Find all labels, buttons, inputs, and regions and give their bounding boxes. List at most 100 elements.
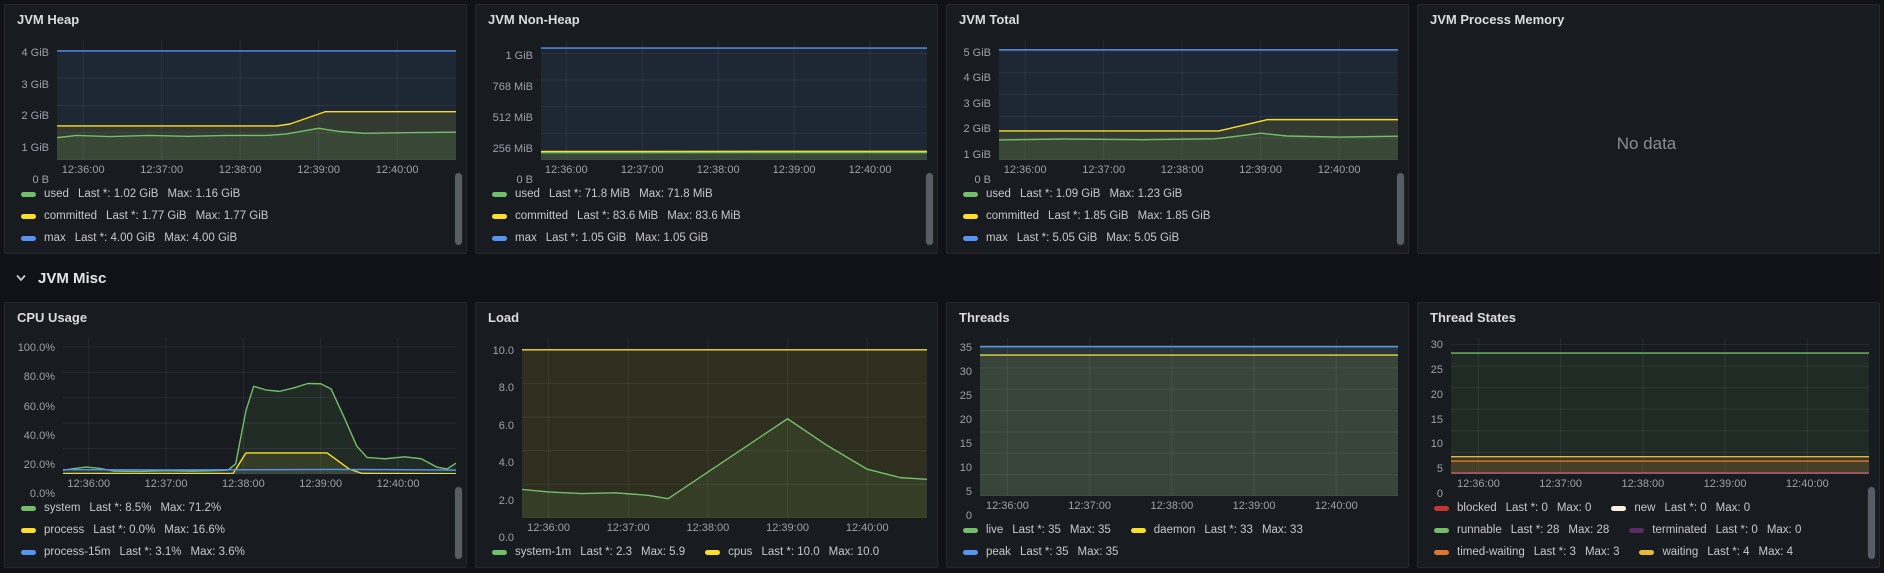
scrollbar-thumb[interactable]: [455, 173, 462, 245]
legend-stat-max: Max: 0: [1767, 524, 1802, 536]
legend-stat-max: Max: 0: [1557, 502, 1592, 514]
legend-item-live: liveLast *: 35Max: 35: [963, 524, 1111, 536]
legend-series-label[interactable]: committed: [515, 210, 568, 222]
legend-row: system-1mLast *: 2.3Max: 5.9cpusLast *: …: [492, 543, 913, 561]
panel-title[interactable]: JVM Heap: [5, 5, 466, 34]
legend-item-cpus: cpusLast *: 10.0Max: 10.0: [705, 546, 879, 558]
panel-title[interactable]: Load: [476, 303, 937, 332]
legend-color-swatch: [1611, 506, 1626, 511]
time-series-chart[interactable]: [63, 338, 456, 474]
legend-series-label[interactable]: used: [986, 188, 1011, 200]
legend-series-label[interactable]: peak: [986, 546, 1011, 558]
panel-title[interactable]: CPU Usage: [5, 303, 466, 332]
legend-item-timed-waiting: timed-waitingLast *: 3Max: 3: [1434, 546, 1619, 558]
legend-series-label[interactable]: max: [44, 232, 66, 244]
y-axis-tick-label: 6.0: [499, 420, 514, 432]
scrollbar-thumb[interactable]: [1397, 173, 1404, 245]
panel-title[interactable]: JVM Non-Heap: [476, 5, 937, 34]
legend-stat-last: Last *: 83.6 MiB: [577, 210, 658, 222]
x-axis-tick-label: 12:36:00: [527, 522, 570, 534]
legend-series-label[interactable]: used: [515, 188, 540, 200]
y-axis-tick-label: 15: [960, 438, 972, 450]
x-axis-tick-label: 12:37:00: [1068, 500, 1111, 512]
legend-stat-max: Max: 71.2%: [160, 502, 221, 514]
legend-stat-max: Max: 1.23 GiB: [1109, 188, 1182, 200]
dashboard-grid: JVM Heap4 GiB3 GiB2 GiB1 GiB0 B12:36:001…: [0, 0, 1884, 572]
legend-scrollbar: [925, 172, 934, 246]
x-axis: 12:36:0012:37:0012:38:0012:39:0012:40:00: [999, 164, 1398, 180]
time-series-chart[interactable]: [541, 40, 927, 160]
legend-scrollbar: [1396, 172, 1405, 246]
time-series-chart[interactable]: [522, 338, 927, 518]
legend-stat-last: Last *: 1.77 GiB: [106, 210, 187, 222]
y-axis-tick-label: 5: [966, 486, 972, 498]
legend-scrollbar: [454, 172, 463, 246]
legend-series-label[interactable]: process-15m: [44, 546, 110, 558]
legend-series-label[interactable]: cpus: [728, 546, 752, 558]
legend-series-label[interactable]: used: [44, 188, 69, 200]
legend-series-label[interactable]: committed: [986, 210, 1039, 222]
legend-series-label[interactable]: system: [44, 502, 80, 514]
y-axis-tick-label: 20: [960, 414, 972, 426]
y-axis: 4 GiB3 GiB2 GiB1 GiB0 B: [11, 40, 57, 180]
legend-item-max: maxLast *: 1.05 GiBMax: 1.05 GiB: [492, 232, 708, 244]
legend-stat-last: Last *: 10.0: [761, 546, 819, 558]
legend-series-label[interactable]: terminated: [1652, 524, 1706, 536]
section-title: JVM Misc: [38, 270, 106, 287]
legend-series-label[interactable]: max: [986, 232, 1008, 244]
y-axis: 302520151050: [1424, 338, 1451, 494]
y-axis-tick-label: 4 GiB: [21, 47, 49, 59]
legend-stat-max: Max: 1.77 GiB: [196, 210, 269, 222]
x-axis-tick-label: 12:37:00: [621, 164, 664, 176]
x-axis-tick-label: 12:38:00: [222, 478, 265, 490]
y-axis: 100.0%80.0%60.0%40.0%20.0%0.0%: [11, 338, 63, 494]
panel-title[interactable]: Thread States: [1418, 303, 1879, 332]
x-axis-tick-label: 12:39:00: [773, 164, 816, 176]
legend-series-label[interactable]: max: [515, 232, 537, 244]
legend-series-label[interactable]: new: [1634, 502, 1655, 514]
legend-color-swatch: [963, 528, 978, 533]
no-data-message: No data: [1424, 40, 1869, 248]
legend-series-label[interactable]: waiting: [1662, 546, 1698, 558]
legend-series-label[interactable]: system-1m: [515, 546, 571, 558]
panel-title[interactable]: JVM Process Memory: [1418, 5, 1879, 34]
legend: system-1mLast *: 2.3Max: 5.9cpusLast *: …: [482, 538, 927, 562]
time-series-chart[interactable]: [1451, 338, 1869, 474]
panel-title[interactable]: Threads: [947, 303, 1408, 332]
legend: systemLast *: 8.5%Max: 71.2%processLast …: [11, 494, 456, 562]
y-axis-tick-label: 0 B: [974, 174, 991, 186]
legend-row: maxLast *: 5.05 GiBMax: 5.05 GiB: [963, 229, 1384, 247]
section-jvm-misc[interactable]: JVM Misc: [4, 261, 1880, 295]
legend-item-max: maxLast *: 5.05 GiBMax: 5.05 GiB: [963, 232, 1179, 244]
legend-row: processLast *: 0.0%Max: 16.6%: [21, 521, 442, 539]
legend-item-terminated: terminatedLast *: 0Max: 0: [1629, 524, 1801, 536]
scrollbar-thumb[interactable]: [455, 487, 462, 559]
time-series-chart[interactable]: [57, 40, 456, 160]
legend-series-label[interactable]: daemon: [1154, 524, 1196, 536]
legend-item-system: systemLast *: 8.5%Max: 71.2%: [21, 502, 221, 514]
scrollbar-thumb[interactable]: [926, 173, 933, 245]
legend-stat-last: Last *: 3.1%: [119, 546, 181, 558]
legend-series-label[interactable]: timed-waiting: [1457, 546, 1525, 558]
legend-color-swatch: [1434, 550, 1449, 555]
legend: blockedLast *: 0Max: 0newLast *: 0Max: 0…: [1424, 494, 1869, 562]
legend-item-waiting: waitingLast *: 4Max: 4: [1639, 546, 1793, 558]
legend-series-label[interactable]: blocked: [1457, 502, 1497, 514]
legend-item-process: processLast *: 0.0%Max: 16.6%: [21, 524, 225, 536]
legend-row: usedLast *: 71.8 MiBMax: 71.8 MiB: [492, 185, 913, 203]
legend-series-label[interactable]: live: [986, 524, 1003, 536]
legend-color-swatch: [1629, 528, 1644, 533]
scrollbar-thumb[interactable]: [1868, 487, 1875, 559]
x-axis-tick-label: 12:39:00: [1233, 500, 1276, 512]
legend-series-label[interactable]: committed: [44, 210, 97, 222]
legend-series-label[interactable]: runnable: [1457, 524, 1502, 536]
time-series-chart[interactable]: [980, 338, 1398, 496]
legend-item-committed: committedLast *: 83.6 MiBMax: 83.6 MiB: [492, 210, 741, 222]
legend-series-label[interactable]: process: [44, 524, 84, 536]
x-axis-tick-label: 12:37:00: [1082, 164, 1125, 176]
time-series-chart[interactable]: [999, 40, 1398, 160]
legend-item-new: newLast *: 0Max: 0: [1611, 502, 1750, 514]
x-axis-tick-label: 12:37:00: [145, 478, 188, 490]
panel-title[interactable]: JVM Total: [947, 5, 1408, 34]
y-axis-tick-label: 10: [1431, 438, 1443, 450]
